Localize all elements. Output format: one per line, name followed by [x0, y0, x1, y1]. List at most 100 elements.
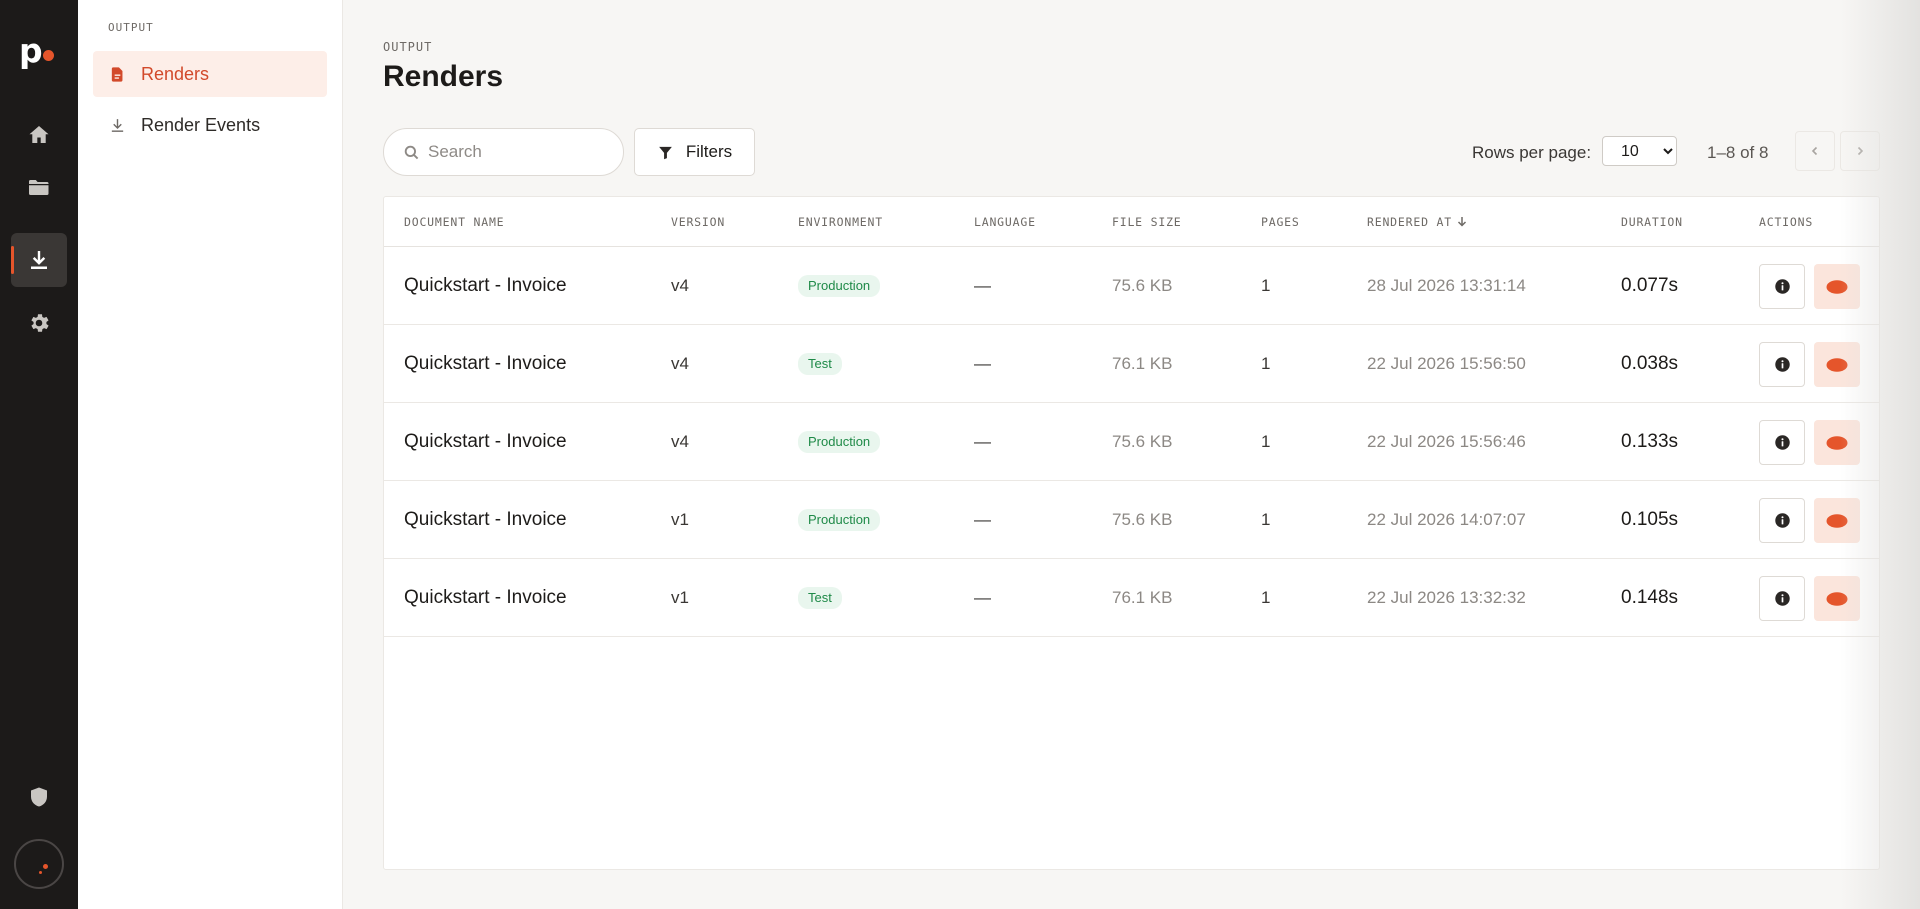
rail-item-security[interactable] [11, 770, 67, 824]
column-header-duration[interactable]: DURATION [1621, 215, 1683, 229]
duration-cell: 0.148s [1621, 587, 1679, 608]
column-header-file-size[interactable]: FILE SIZE [1112, 215, 1182, 229]
document-name-cell[interactable]: Quickstart - Invoice [404, 403, 567, 481]
sidebar-item-label: Render Events [141, 114, 261, 135]
language-cell: — [974, 588, 991, 607]
brand-logo[interactable]: p [19, 34, 59, 70]
download-icon [31, 251, 47, 269]
table-row[interactable]: Quickstart - Invoice v1 Test — 76.1 KB 1 22 Ju… [384, 559, 1879, 637]
info-icon [1774, 357, 1790, 372]
file-size-cell: 76.1 KB [1112, 588, 1173, 607]
info-button[interactable] [1759, 498, 1805, 543]
sidebar-item-label: Renders [141, 63, 210, 84]
environment-cell: Test [798, 325, 842, 403]
search-box [383, 128, 624, 176]
table-row[interactable]: Quickstart - Invoice v4 Production — 75.6 KB… [384, 403, 1879, 481]
rendered-at-cell: 22 Jul 2026 15:56:46 [1367, 432, 1526, 451]
view-button[interactable] [1814, 420, 1860, 465]
file-size-cell: 75.6 KB [1112, 510, 1173, 529]
prev-page-button[interactable] [1795, 131, 1835, 171]
column-header-version[interactable]: VERSION [671, 215, 725, 229]
filters-label: Filters [685, 142, 733, 161]
info-icon [1774, 513, 1790, 528]
column-header-document-name[interactable]: DOCUMENT NAME [404, 215, 504, 229]
info-button[interactable] [1759, 420, 1805, 465]
language-cell: — [974, 276, 991, 295]
table-header: DOCUMENT NAME VERSION ENVIRONMENT LANGUA… [384, 197, 1879, 247]
next-page-button[interactable] [1840, 131, 1880, 171]
environment-cell: Test [798, 559, 842, 637]
environment-badge: Test [798, 353, 842, 375]
column-header-environment[interactable]: ENVIRONMENT [798, 215, 883, 229]
chevron-left-icon [1811, 146, 1818, 156]
column-header-pages[interactable]: PAGES [1261, 215, 1300, 229]
view-button[interactable] [1814, 264, 1860, 309]
rail-item-output[interactable] [11, 233, 67, 287]
eye-icon [1826, 513, 1848, 528]
gear-icon [31, 314, 49, 332]
file-size-cell: 76.1 KB [1112, 354, 1173, 373]
arrow-down-icon [1457, 217, 1466, 227]
view-button[interactable] [1814, 498, 1860, 543]
view-button[interactable] [1814, 342, 1860, 387]
rendered-at-cell: 22 Jul 2026 15:56:50 [1367, 354, 1526, 373]
language-cell: — [974, 354, 991, 373]
eye-icon [1826, 435, 1848, 450]
document-name-cell[interactable]: Quickstart - Invoice [404, 247, 567, 325]
search-input[interactable] [428, 129, 613, 175]
language-cell: — [974, 432, 991, 451]
eye-icon [1826, 357, 1848, 372]
pages-cell: 1 [1261, 276, 1271, 295]
version-cell: v1 [671, 588, 689, 607]
info-icon [1774, 435, 1790, 450]
rail-item-documents[interactable] [11, 160, 67, 214]
document-name-cell[interactable]: Quickstart - Invoice [404, 481, 567, 559]
shield-icon [31, 787, 47, 807]
icon-rail: p [0, 0, 78, 909]
info-icon [1774, 591, 1790, 606]
view-button[interactable] [1814, 576, 1860, 621]
file-size-cell: 75.6 KB [1112, 276, 1173, 295]
rows-per-page-label: Rows per page: [1472, 143, 1592, 162]
duration-cell: 0.105s [1621, 509, 1679, 530]
table-row[interactable]: Quickstart - Invoice v1 Production — 75.6 KB… [384, 481, 1879, 559]
download-icon [111, 118, 124, 132]
column-header-language[interactable]: LANGUAGE [974, 215, 1036, 229]
eye-icon [1826, 591, 1848, 606]
avatar[interactable] [14, 839, 64, 889]
rail-item-home[interactable] [11, 108, 67, 162]
page-eyebrow: OUTPUT [383, 40, 433, 54]
table-row[interactable]: Quickstart - Invoice v4 Production — 75.6 KB… [384, 247, 1879, 325]
version-cell: v4 [671, 432, 689, 451]
environment-badge: Test [798, 587, 842, 609]
environment-cell: Production [798, 403, 881, 481]
document-name-cell[interactable]: Quickstart - Invoice [404, 559, 567, 637]
rendered-at-cell: 22 Jul 2026 13:32:32 [1367, 588, 1526, 607]
duration-cell: 0.133s [1621, 431, 1679, 452]
environment-badge: Production [798, 275, 881, 297]
environment-cell: Production [798, 481, 881, 559]
info-button[interactable] [1759, 342, 1805, 387]
filters-button[interactable]: Filters [634, 128, 755, 176]
file-size-cell: 75.6 KB [1112, 432, 1173, 451]
sidebar-item-renders[interactable]: Renders [93, 51, 327, 97]
renders-table: DOCUMENT NAME VERSION ENVIRONMENT LANGUA… [383, 196, 1880, 870]
version-cell: v4 [671, 354, 689, 373]
sidebar-item-render-events[interactable]: Render Events [93, 102, 327, 148]
language-cell: — [974, 510, 991, 529]
info-button[interactable] [1759, 264, 1805, 309]
logo-dot-icon [43, 50, 54, 61]
info-button[interactable] [1759, 576, 1805, 621]
column-header-rendered-at[interactable]: RENDERED AT [1367, 215, 1467, 229]
rendered-at-cell: 22 Jul 2026 14:07:07 [1367, 510, 1526, 529]
environment-badge: Production [798, 431, 881, 453]
secondary-sidebar: OUTPUT Renders Render Events [78, 0, 343, 909]
rows-per-page-select[interactable]: 10 [1602, 136, 1677, 166]
table-row[interactable]: Quickstart - Invoice v4 Test — 76.1 KB 1 22 Ju… [384, 325, 1879, 403]
document-name-cell[interactable]: Quickstart - Invoice [404, 325, 567, 403]
rail-item-settings[interactable] [11, 296, 67, 350]
pages-cell: 1 [1261, 510, 1271, 529]
rendered-at-cell: 28 Jul 2026 13:31:14 [1367, 276, 1526, 295]
pages-cell: 1 [1261, 354, 1271, 373]
chevron-right-icon [1857, 146, 1864, 156]
